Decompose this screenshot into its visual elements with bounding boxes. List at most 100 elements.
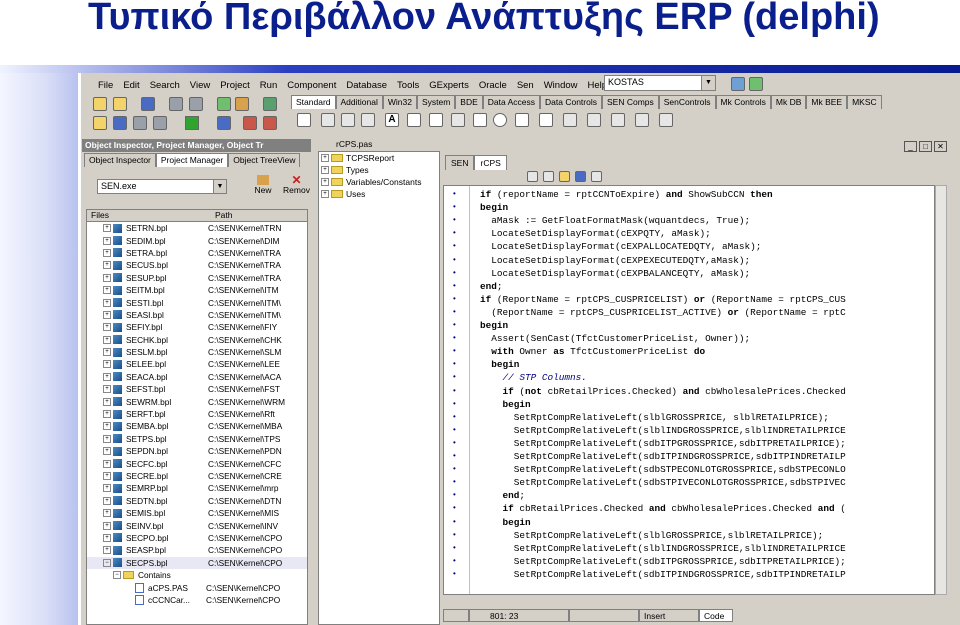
breakpoint-dot[interactable]: •	[453, 294, 456, 303]
table-row[interactable]: + SEDTN.bpl C:\SEN\Kernel\DTN	[87, 495, 307, 507]
expand-icon[interactable]: +	[321, 178, 329, 186]
palette-tab[interactable]: Mk Controls	[715, 95, 771, 109]
table-row[interactable]: aCPS.PAS C:\SEN\Kernel\CPO	[87, 581, 307, 593]
breakpoint-dot[interactable]: •	[453, 215, 456, 224]
expand-icon[interactable]: +	[103, 323, 111, 332]
actionlist-icon[interactable]	[659, 113, 673, 127]
table-row[interactable]: + SETPS.bpl C:\SEN\Kernel\TPS	[87, 433, 307, 445]
button-icon[interactable]	[451, 113, 465, 127]
expand-icon[interactable]: +	[103, 484, 111, 493]
expand-icon[interactable]: +	[103, 509, 111, 518]
palette-tab[interactable]: MKSC	[847, 95, 882, 109]
run-icon[interactable]	[185, 116, 199, 130]
code-editor[interactable]: • if (reportName = rptCCNToExpire) and Sh…	[443, 185, 935, 595]
breakpoint-dot[interactable]: •	[453, 569, 456, 578]
palette-tab[interactable]: Data Access	[482, 95, 541, 109]
breakpoint-dot[interactable]: •	[453, 189, 456, 198]
main-menu-icon[interactable]	[341, 113, 355, 127]
palette-tab[interactable]: Mk DB	[770, 95, 807, 109]
editor-tab[interactable]: SEN	[445, 155, 475, 170]
expand-icon[interactable]: +	[103, 372, 111, 381]
expand-icon[interactable]: +	[103, 521, 111, 530]
breakpoint-dot[interactable]: •	[453, 425, 456, 434]
paste-icon[interactable]	[559, 171, 570, 182]
expand-icon[interactable]: −	[103, 558, 111, 567]
expand-icon[interactable]: +	[103, 286, 111, 295]
breakpoint-dot[interactable]: •	[453, 530, 456, 539]
table-row[interactable]: + SEMRP.bpl C:\SEN\Kernel\mrp	[87, 482, 307, 494]
table-row[interactable]: + SEPDN.bpl C:\SEN\Kernel\PDN	[87, 445, 307, 457]
menu-item[interactable]: Sen	[512, 80, 539, 91]
menu-item[interactable]: Component	[282, 80, 341, 91]
table-row[interactable]: + SEMIS.bpl C:\SEN\Kernel\MIS	[87, 507, 307, 519]
breakpoint-dot[interactable]: •	[453, 281, 456, 290]
chevron-down-icon[interactable]: ▼	[701, 76, 715, 90]
table-row[interactable]: + SEFIY.bpl C:\SEN\Kernel\FIY	[87, 321, 307, 333]
table-row[interactable]: + SECRE.bpl C:\SEN\Kernel\CRE	[87, 470, 307, 482]
table-row[interactable]: + SECFC.bpl C:\SEN\Kernel\CFC	[87, 457, 307, 469]
palette-tab[interactable]: Additional	[335, 95, 383, 109]
desktop-save-icon[interactable]	[731, 77, 745, 91]
view-form-icon[interactable]	[113, 116, 127, 130]
panel-icon[interactable]	[635, 113, 649, 127]
breakpoint-dot[interactable]: •	[453, 386, 456, 395]
menu-item[interactable]: Window	[539, 80, 583, 91]
open-project-icon[interactable]	[217, 97, 231, 111]
breakpoint-dot[interactable]: •	[453, 517, 456, 526]
combobox-icon[interactable]	[539, 113, 553, 127]
menu-item[interactable]: Database	[341, 80, 392, 91]
table-row[interactable]: + SECUS.bpl C:\SEN\Kernel\TRA	[87, 259, 307, 271]
expand-icon[interactable]: +	[103, 447, 111, 456]
expand-icon[interactable]: +	[103, 224, 111, 233]
expand-icon[interactable]: +	[103, 472, 111, 480]
table-row[interactable]: + SESUP.bpl C:\SEN\Kernel\TRA	[87, 272, 307, 284]
inspector-tab[interactable]: Object TreeView	[228, 153, 301, 167]
expand-icon[interactable]: +	[103, 261, 111, 270]
table-row[interactable]: − SECPS.bpl C:\SEN\Kernel\CPO	[87, 556, 307, 569]
component-icon[interactable]	[263, 97, 277, 111]
chevron-down-icon[interactable]: ▼	[213, 180, 226, 193]
save-all-icon[interactable]	[169, 97, 183, 111]
expand-icon[interactable]: +	[103, 385, 111, 394]
inspector-tab[interactable]: Project Manager	[155, 153, 229, 167]
expand-icon[interactable]: +	[103, 397, 111, 406]
breakpoint-dot[interactable]: •	[453, 320, 456, 329]
desktop-debug-icon[interactable]	[749, 77, 763, 91]
expand-icon[interactable]: +	[321, 166, 329, 174]
expand-icon[interactable]: +	[321, 190, 329, 198]
expand-icon[interactable]: +	[103, 546, 111, 555]
frame-icon[interactable]	[321, 113, 335, 127]
label-icon[interactable]: A	[385, 113, 399, 127]
expand-icon[interactable]: +	[103, 434, 111, 443]
table-row[interactable]: + SESTI.bpl C:\SEN\Kernel\ITM\	[87, 296, 307, 308]
breakpoint-dot[interactable]: •	[453, 372, 456, 381]
tree-item[interactable]: + Variables/Constants	[319, 176, 439, 188]
table-row[interactable]: + SESLM.bpl C:\SEN\Kernel\SLM	[87, 346, 307, 358]
palette-tab[interactable]: SenControls	[658, 95, 716, 109]
add-file-icon[interactable]	[235, 97, 249, 111]
breakpoint-dot[interactable]: •	[453, 477, 456, 486]
radio-icon[interactable]	[493, 113, 507, 127]
expand-icon[interactable]: +	[103, 273, 111, 282]
palette-tab[interactable]: System	[416, 95, 456, 109]
groupbox-icon[interactable]	[587, 113, 601, 127]
table-row[interactable]: + SEWRM.bpl C:\SEN\Kernel\WRM	[87, 395, 307, 407]
breakpoint-dot[interactable]: •	[453, 268, 456, 277]
palette-tab[interactable]: Win32	[382, 95, 417, 109]
expand-icon[interactable]: +	[103, 335, 111, 344]
table-row[interactable]: + SEASP.bpl C:\SEN\Kernel\CPO	[87, 544, 307, 556]
undo-icon[interactable]	[575, 171, 586, 182]
vertical-scrollbar[interactable]	[935, 185, 947, 595]
table-row[interactable]: cCCNCar... C:\SEN\Kernel\CPO	[87, 594, 307, 606]
menu-item[interactable]: Oracle	[474, 80, 512, 91]
table-row[interactable]: + SEACA.bpl C:\SEN\Kernel\ACA	[87, 371, 307, 383]
table-row[interactable]: + SECPO.bpl C:\SEN\Kernel\CPO	[87, 532, 307, 544]
breakpoint-dot[interactable]: •	[453, 359, 456, 368]
editor-gutter[interactable]	[444, 186, 470, 594]
expand-icon[interactable]: −	[113, 571, 121, 580]
inspector-tab[interactable]: Object Inspector	[84, 153, 156, 167]
expand-icon[interactable]: +	[103, 298, 111, 307]
new-button[interactable]: New	[250, 175, 276, 195]
table-row[interactable]: + SETRA.bpl C:\SEN\Kernel\TRA	[87, 247, 307, 259]
desktop-combo[interactable]: KOSTAS ▼	[604, 75, 716, 91]
